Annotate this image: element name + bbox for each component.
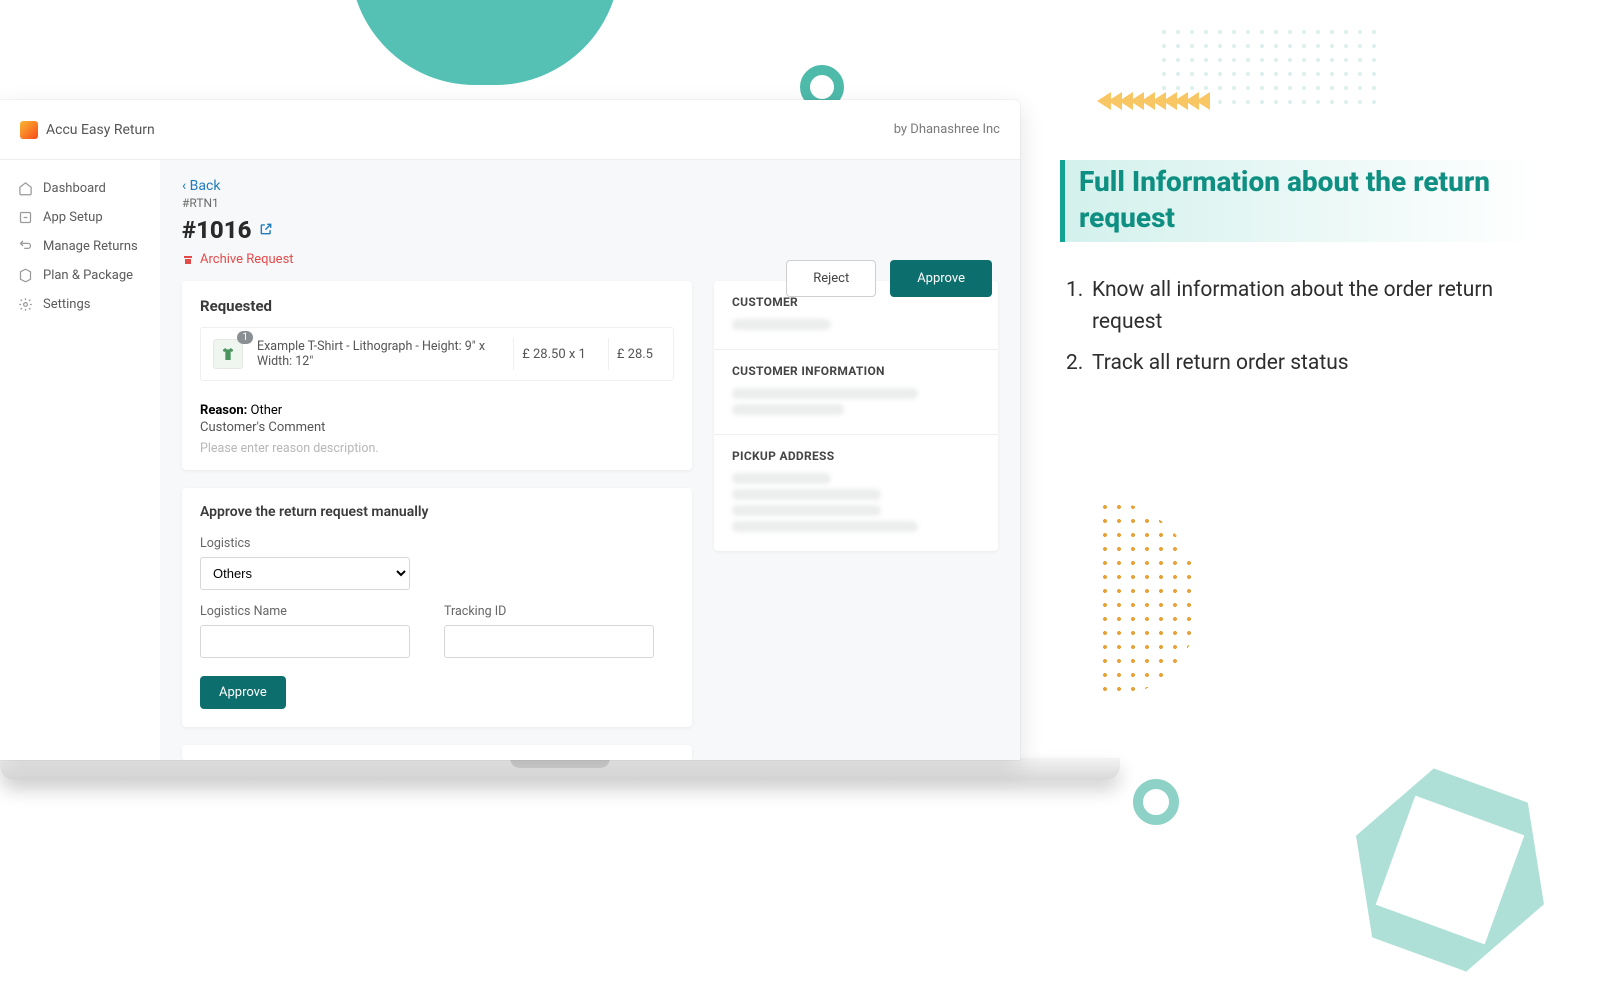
desc-item: Track all return order status xyxy=(1092,347,1349,380)
redacted-text xyxy=(732,473,831,484)
redacted-text xyxy=(732,521,918,532)
decor-dots-orange xyxy=(1000,500,1200,700)
customer-panel: CUSTOMER CUSTOMER INFORMATION PICKUP ADD… xyxy=(714,281,998,551)
requested-title: Requested xyxy=(200,297,674,315)
approve-form-button[interactable]: Approve xyxy=(200,676,286,709)
redacted-text xyxy=(732,489,881,500)
home-icon xyxy=(18,181,33,196)
brand-name: Accu Easy Return xyxy=(46,122,155,138)
logistics-label: Logistics xyxy=(200,536,674,551)
tracking-id-label: Tracking ID xyxy=(444,604,654,619)
order-title: #1016 xyxy=(182,216,251,244)
product-name: Example T-Shirt - Lithograph - Height: 9… xyxy=(257,339,499,369)
brand-byline: by Dhanashree Inc xyxy=(894,122,1000,137)
decor-ring-bottom xyxy=(1133,779,1179,825)
approve-card-title: Approve the return request manually xyxy=(200,504,674,520)
sidebar-item-dashboard[interactable]: Dashboard xyxy=(0,174,160,203)
sidebar-item-app-setup[interactable]: App Setup xyxy=(0,203,160,232)
laptop-base xyxy=(0,758,1120,780)
decor-hexagon xyxy=(1322,742,1578,998)
customer-section-title: CUSTOMER xyxy=(732,295,980,309)
sidebar-label: App Setup xyxy=(43,210,103,225)
sidebar-item-settings[interactable]: Settings xyxy=(0,290,160,319)
logistics-name-input[interactable] xyxy=(200,625,410,658)
pickup-section-title: PICKUP ADDRESS xyxy=(732,449,980,463)
decor-arrows xyxy=(1100,92,1210,110)
product-row: 1 Example T-Shirt - Lithograph - Height:… xyxy=(200,327,674,381)
back-link[interactable]: ‹ Back xyxy=(182,178,998,194)
redacted-text xyxy=(732,319,831,330)
content-area: ‹ Back #RTN1 #1016 Archive Request Rejec… xyxy=(160,160,1020,760)
return-id: #RTN1 xyxy=(182,196,998,210)
logistics-name-label: Logistics Name xyxy=(200,604,410,619)
card-stub xyxy=(182,745,692,760)
brand: Accu Easy Return xyxy=(20,121,155,139)
reject-button[interactable]: Reject xyxy=(786,260,876,297)
logistics-select[interactable]: Others xyxy=(200,557,410,590)
unit-price: £ 28.50 x 1 xyxy=(513,338,594,370)
tracking-id-input[interactable] xyxy=(444,625,654,658)
gear-icon xyxy=(18,297,33,312)
sidebar-label: Settings xyxy=(43,297,90,312)
desc-item: Know all information about the order ret… xyxy=(1092,274,1540,339)
description-title: Full Information about the return reques… xyxy=(1060,160,1540,242)
decor-teal-blob xyxy=(350,0,620,85)
sidebar-label: Plan & Package xyxy=(43,268,133,283)
external-link-icon[interactable] xyxy=(259,221,273,240)
package-icon xyxy=(18,268,33,283)
sidebar-item-manage-returns[interactable]: Manage Returns xyxy=(0,232,160,261)
customer-comment-label: Customer's Comment xyxy=(200,420,674,435)
product-thumbnail xyxy=(213,339,243,369)
line-total: £ 28.5 xyxy=(608,338,661,370)
customer-info-section-title: CUSTOMER INFORMATION xyxy=(732,364,980,378)
requested-card: Requested 1 Example T-Shirt - Lithograph… xyxy=(182,281,692,470)
app-window: Accu Easy Return by Dhanashree Inc Dashb… xyxy=(0,100,1020,760)
redacted-text xyxy=(732,404,844,415)
archive-label: Archive Request xyxy=(200,252,294,267)
reason-description-placeholder: Please enter reason description. xyxy=(200,441,674,456)
reason-line: Reason: Other xyxy=(200,403,674,418)
redacted-text xyxy=(732,388,918,399)
sidebar-item-plan-package[interactable]: Plan & Package xyxy=(0,261,160,290)
approve-manually-card: Approve the return request manually Logi… xyxy=(182,488,692,727)
sidebar-label: Manage Returns xyxy=(43,239,138,254)
qty-badge: 1 xyxy=(237,331,253,344)
redacted-text xyxy=(732,505,881,516)
description-list: 1.Know all information about the order r… xyxy=(1060,274,1540,380)
sidebar-label: Dashboard xyxy=(43,181,106,196)
description-panel: Full Information about the return reques… xyxy=(1060,160,1540,387)
brand-logo-icon xyxy=(20,121,38,139)
sidebar: Dashboard App Setup Manage Returns Plan … xyxy=(0,160,160,760)
app-header: Accu Easy Return by Dhanashree Inc xyxy=(0,100,1020,160)
approve-button[interactable]: Approve xyxy=(890,260,992,297)
returns-icon xyxy=(18,239,33,254)
setup-icon xyxy=(18,210,33,225)
